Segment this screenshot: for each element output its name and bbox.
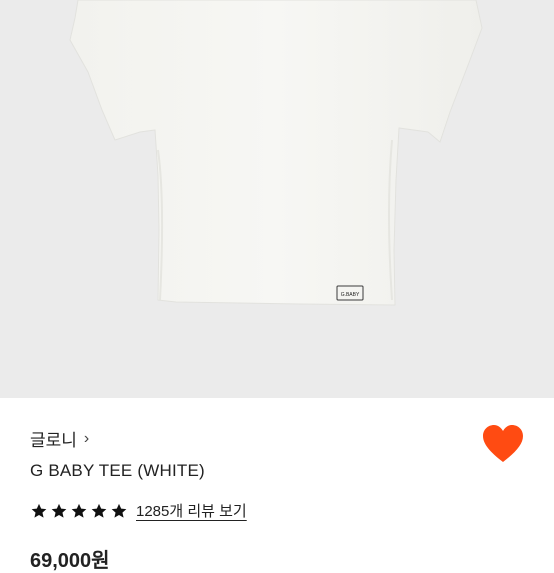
heart-icon[interactable] xyxy=(482,424,524,464)
rating-row: 1285개 리뷰 보기 xyxy=(30,500,247,521)
product-price: 69,000원 xyxy=(30,550,110,572)
product-info: 글로니 › G BABY TEE (WHITE) 1285개 리뷰 보기 69,… xyxy=(0,398,554,572)
star-icon xyxy=(111,503,127,518)
brand-name: 글로니 xyxy=(30,431,77,450)
rating-stars xyxy=(30,502,128,520)
star-icon xyxy=(71,503,87,518)
star-icon xyxy=(51,503,67,518)
tshirt-image: G.BABY xyxy=(69,0,483,306)
product-name: G BABY TEE (WHITE) xyxy=(30,461,205,480)
review-link[interactable]: 1285개 리뷰 보기 xyxy=(136,500,247,521)
shirt-tag-text: G.BABY xyxy=(341,292,360,298)
brand-link[interactable]: 글로니 › xyxy=(30,426,89,451)
product-photo[interactable]: G.BABY xyxy=(0,0,554,398)
star-icon xyxy=(91,503,107,518)
chevron-right-icon: › xyxy=(83,429,90,447)
star-icon xyxy=(31,503,47,518)
